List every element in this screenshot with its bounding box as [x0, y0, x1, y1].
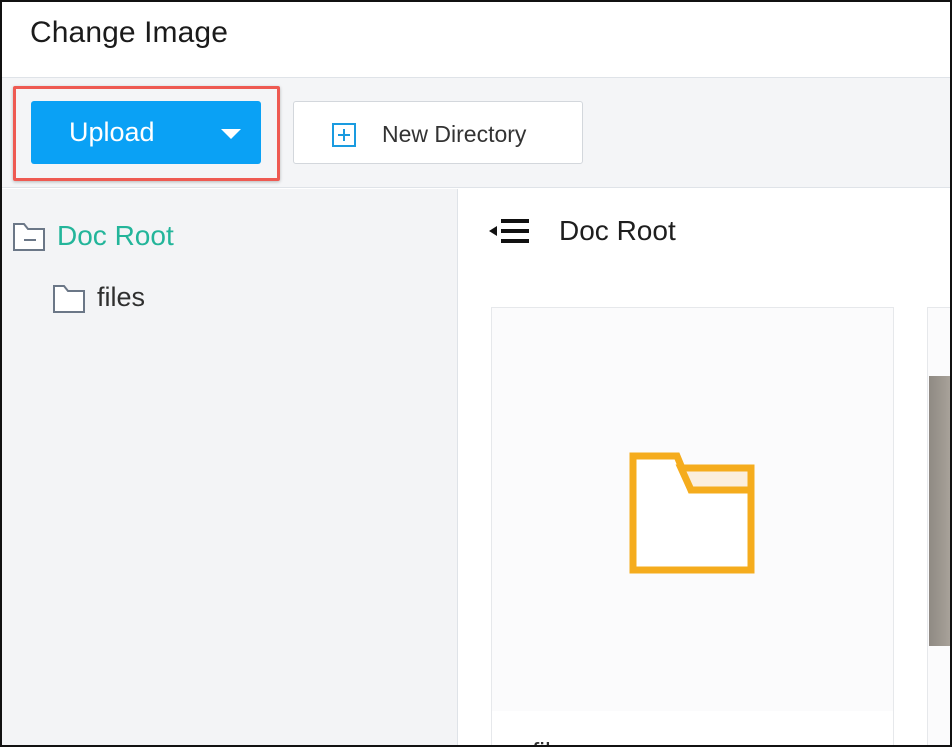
new-directory-label: New Directory [382, 121, 527, 147]
card-label-area: files [492, 711, 893, 745]
tree-item-doc-root[interactable]: Doc Root [12, 219, 312, 255]
caret-down-icon[interactable] [221, 129, 241, 139]
collapse-sidebar-icon[interactable] [489, 218, 531, 244]
dialog-header: Change Image [2, 2, 950, 78]
upload-button[interactable]: Upload [31, 101, 261, 164]
upload-button-label: Upload [69, 117, 155, 147]
folder-open-icon[interactable] [12, 222, 46, 252]
tree-item-label: files [97, 282, 146, 312]
change-image-dialog: Change Image Upload New Directory Doc Ro… [0, 0, 952, 747]
tree-item-label: Doc Root [57, 220, 174, 251]
toolbar: Upload New Directory [2, 78, 950, 188]
folder-icon [53, 285, 85, 313]
image-card[interactable] [927, 307, 950, 745]
tree-item-files[interactable]: files [52, 281, 252, 317]
breadcrumb: Doc Root [559, 215, 676, 246]
folder-card[interactable]: files [491, 307, 894, 745]
plus-square-icon [332, 123, 356, 147]
folder-icon [629, 452, 755, 574]
dialog-title: Change Image [30, 16, 229, 49]
card-label: files [532, 737, 578, 745]
directory-tree: Doc Root files [2, 189, 458, 745]
new-directory-button[interactable]: New Directory [293, 101, 583, 164]
image-thumbnail [929, 376, 950, 646]
file-browser: Doc Root files [459, 189, 950, 745]
